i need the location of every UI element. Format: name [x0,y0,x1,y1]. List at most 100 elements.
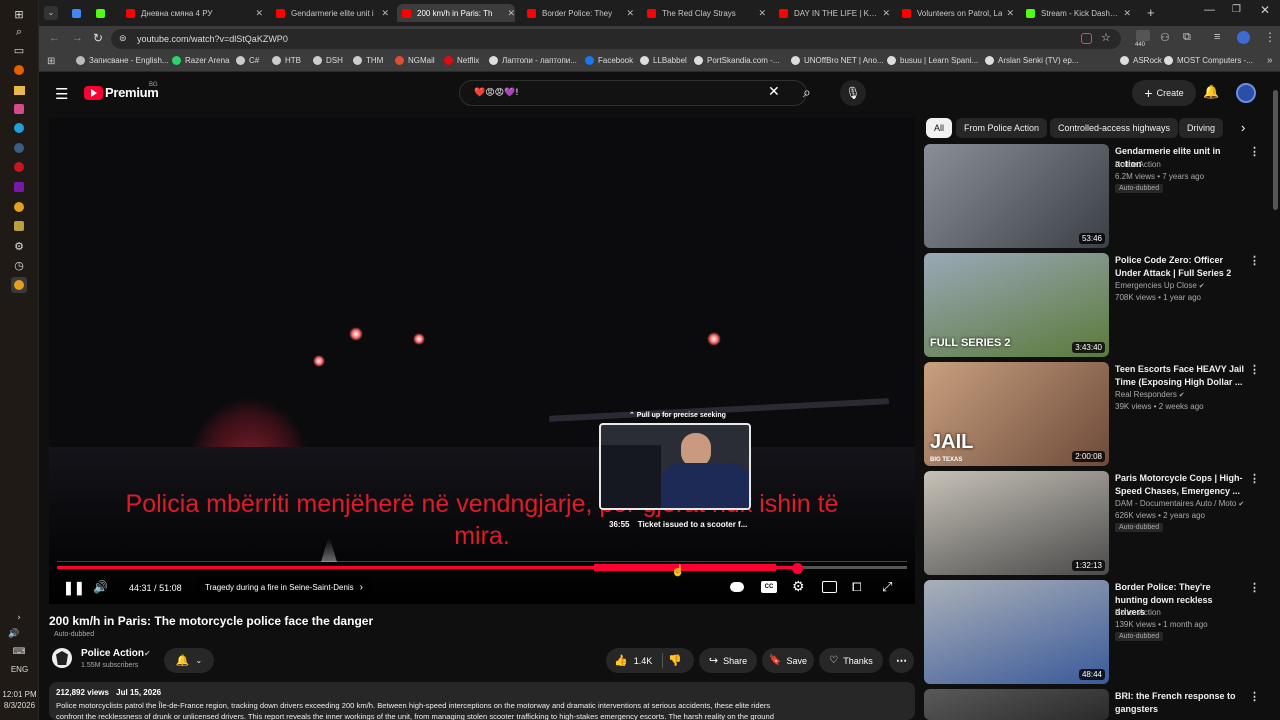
account-avatar[interactable] [1236,83,1256,103]
chapter-button[interactable]: Tragedy during a fire in Seine-Saint-Den… [195,577,374,598]
tab-6[interactable]: The Red Clay Strays ✕ [642,4,766,22]
chevron-up-icon[interactable]: › [11,610,27,626]
app-opera-icon[interactable] [11,159,27,175]
pause-icon[interactable]: ❚❚ [63,580,85,596]
tab-close-icon[interactable]: ✕ [626,8,634,19]
bookmark-item[interactable]: Razer Arena [172,56,229,65]
bookmark-item[interactable]: UNOffBro NET | Ano... [791,56,884,65]
voice-search-icon[interactable]: 🎙 [840,80,866,106]
app-edge-icon[interactable] [11,120,27,136]
tab-1[interactable] [91,4,115,22]
bookmark-item[interactable]: LLBabbel [640,56,687,65]
bookmark-item[interactable]: PortSkandia.com -... [694,56,779,65]
share-button[interactable]: ↪ Share [699,648,757,673]
back-icon[interactable]: ← [49,32,60,44]
filter-chip[interactable]: Driving [1179,118,1224,138]
tab-7[interactable]: DAY IN THE LIFE | K-9 D ✕ [774,4,890,22]
new-tab-icon[interactable]: + [1147,5,1155,20]
tab-close-icon[interactable]: ✕ [507,8,515,19]
media-icon[interactable]: ≡ [1214,31,1220,43]
bookmark-star-icon[interactable]: ☆ [1101,31,1111,44]
search-submit-icon[interactable]: ⌕ [803,84,811,101]
recommendation-title[interactable]: BRI: the French response to gangsters [1115,690,1245,715]
clock-time[interactable]: 12:01 PM [0,690,39,699]
bookmark-item[interactable]: HTB [272,56,301,65]
close-window-icon[interactable]: ✕ [1260,3,1270,17]
restore-icon[interactable]: ❐ [1232,4,1241,15]
bookmark-item[interactable]: Arslan Senki (TV) ep... [985,56,1078,65]
task-view-icon[interactable]: ▭ [11,42,27,58]
reload-icon[interactable]: ↻ [93,31,103,45]
channel-avatar[interactable] [52,648,72,668]
bookmark-item[interactable]: Facebook [585,56,633,65]
recommendation-thumbnail[interactable]: FULL SERIES 2 3:43:40 [924,253,1109,357]
app-chrome-icon[interactable] [11,199,27,215]
bookmark-item[interactable]: C# [236,56,259,65]
volume-button-icon[interactable]: 🔊 [93,580,108,594]
recommendation-channel[interactable]: Emergencies Up Close ✔ [1115,281,1205,290]
tab-search-icon[interactable]: ⌄ [44,6,58,20]
recommendation-channel[interactable]: Police Action [1115,160,1161,169]
app-photos-icon[interactable] [11,101,27,117]
more-actions-icon[interactable]: ⋯ [889,648,914,673]
autoplay-toggle[interactable] [730,582,744,592]
keyboard-icon[interactable]: ⌨ [11,644,27,660]
extension-icon[interactable] [1136,30,1150,41]
tab-close-icon[interactable]: ✕ [381,8,389,19]
recommendation-channel[interactable]: DAM - Documentaires Auto / Moto ✔ [1115,499,1244,508]
app-settings-icon[interactable]: ⚙ [11,238,27,254]
tab-close-icon[interactable]: ✕ [255,8,263,19]
volume-icon[interactable]: 🔊 [6,626,22,642]
page-scrollbar[interactable] [1273,90,1278,210]
app-clock-icon[interactable]: ◷ [11,257,27,273]
like-button[interactable]: 👍 1.4K [614,654,652,667]
clock-date[interactable]: 8/3/2026 [0,701,39,710]
notifications-bell-icon[interactable]: 🔔 [1203,84,1219,100]
search-input[interactable]: ❤️😡😡💜! ✕ [459,80,807,106]
app-firefox-icon[interactable] [11,62,27,78]
clear-search-icon[interactable]: ✕ [768,83,780,100]
apps-grid-icon[interactable]: ⊞ [47,56,55,67]
recommendation-thumbnail[interactable]: 1:32:13 [924,471,1109,575]
save-button[interactable]: 🔖 Save [762,648,814,673]
youtube-logo-icon[interactable] [84,86,103,100]
recommendation-title[interactable]: Teen Escorts Face HEAVY Jail Time (Expos… [1115,363,1245,388]
progress-scrubber[interactable] [792,563,803,574]
gamepad-icon[interactable]: ⚇ [1160,31,1170,44]
language-indicator[interactable]: ENG [0,665,39,674]
subscribed-bell-button[interactable]: 🔔 ⌄ [164,648,214,673]
tab-close-icon[interactable]: ✕ [758,8,766,19]
description-box[interactable]: 212,892 views Jul 15, 2026 Police motorc… [49,682,915,720]
app-steam-icon[interactable] [11,140,27,156]
recommendation-title[interactable]: Police Code Zero: Officer Under Attack |… [1115,254,1245,279]
tab-4[interactable]: 200 km/h in Paris: Th ✕ [397,4,515,22]
menu-hamburger-icon[interactable]: ☰ [55,85,68,103]
extensions-puzzle-icon[interactable]: ⧉ [1183,31,1191,44]
tab-0[interactable] [67,4,85,22]
windows-start-icon[interactable]: ⊞ [11,6,27,22]
forward-icon[interactable]: → [72,32,83,44]
more-options-icon[interactable]: ⋮ [1249,692,1260,703]
more-options-icon[interactable]: ⋮ [1249,583,1260,594]
tab-close-icon[interactable]: ✕ [1006,8,1014,19]
cast-record-icon[interactable] [1081,33,1092,44]
recommendation-thumbnail[interactable]: JAIL BIG TEXAS 2:00:08 [924,362,1109,466]
cast-icon[interactable]: ⧠ [852,580,862,595]
bookmark-item[interactable]: MOST Computers -... [1164,56,1253,65]
app-onenote-icon[interactable] [11,179,27,195]
recommendation-thumbnail[interactable]: 53:46 [924,144,1109,248]
more-options-icon[interactable]: ⋮ [1249,365,1260,376]
recommendation-thumbnail[interactable] [924,689,1109,720]
tab-3[interactable]: Gendarmerie elite unit i ✕ [271,4,389,22]
dislike-button[interactable]: 👎 [668,654,682,667]
more-options-icon[interactable]: ⋮ [1249,147,1260,158]
more-options-icon[interactable]: ⋮ [1249,256,1260,267]
site-info-icon[interactable]: ⊜ [119,33,127,44]
recommendation-thumbnail[interactable]: 48:44 [924,580,1109,684]
app-kick-icon[interactable] [11,218,27,234]
chips-next-icon[interactable]: › [1241,120,1245,135]
bookmark-item[interactable]: Лаптопи - лаптопи... [489,56,577,65]
more-options-icon[interactable]: ⋮ [1249,474,1260,485]
tab-close-icon[interactable]: ✕ [1123,8,1131,19]
bookmark-item[interactable]: Netflix [444,56,479,65]
